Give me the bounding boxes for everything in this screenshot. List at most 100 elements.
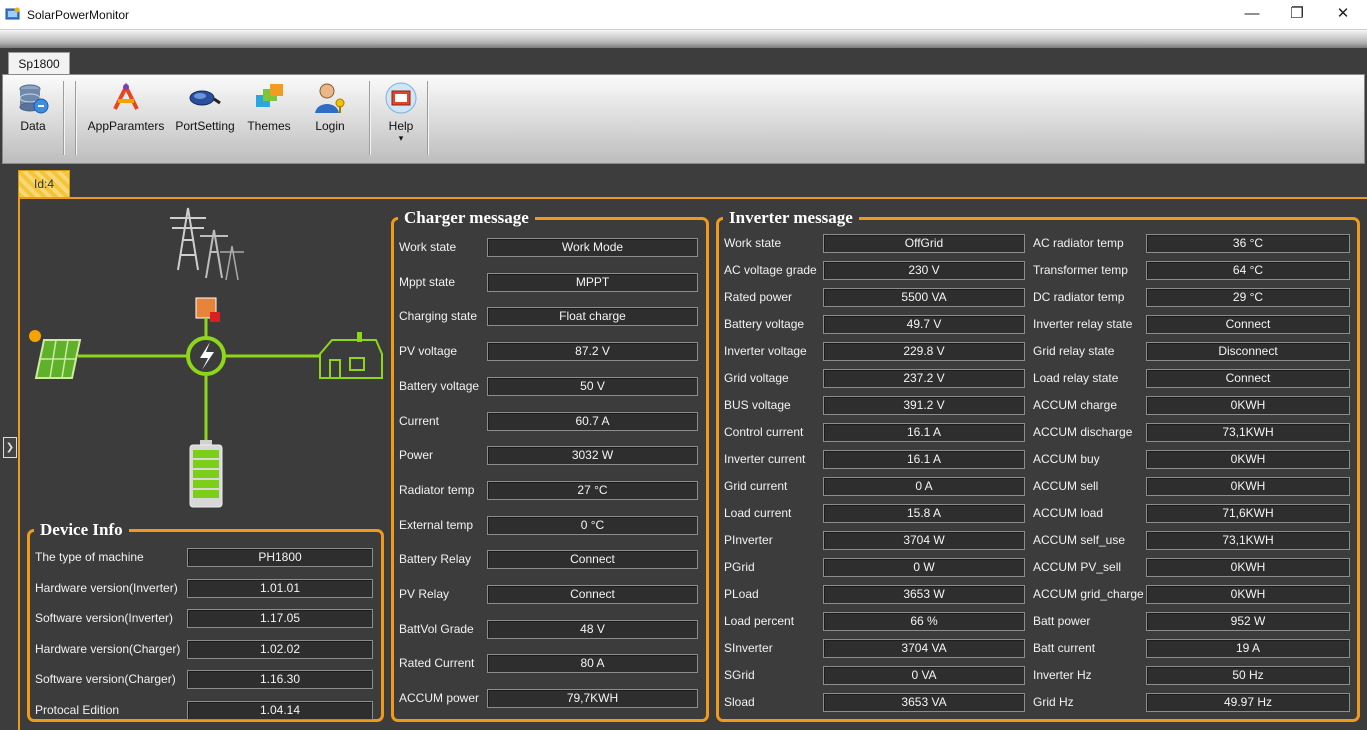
charger-value: 60.7 A bbox=[487, 411, 698, 431]
inverter-right-label: Batt power bbox=[1033, 614, 1091, 628]
inverter-left-value: 3653 W bbox=[823, 585, 1025, 604]
inverter-right-label: ACCUM buy bbox=[1033, 452, 1100, 466]
inverter-right-label: ACCUM discharge bbox=[1033, 425, 1133, 439]
inverter-left-value: OffGrid bbox=[823, 234, 1025, 253]
inverter-right-label: AC radiator temp bbox=[1033, 236, 1124, 250]
charger-label: Battery Relay bbox=[399, 552, 472, 567]
device-info-value: 1.04.14 bbox=[187, 701, 373, 720]
login-button[interactable]: Login bbox=[305, 81, 355, 157]
charger-label: Battery voltage bbox=[399, 378, 480, 393]
inverter-left-value: 0 A bbox=[823, 477, 1025, 496]
parameters-icon bbox=[113, 82, 139, 110]
inverter-left-value: 3653 VA bbox=[823, 693, 1025, 712]
charger-value: 50 V bbox=[487, 376, 698, 396]
charger-label: Charging state bbox=[399, 309, 478, 324]
port-icon bbox=[189, 90, 221, 106]
device-info-title: Device Info bbox=[40, 520, 123, 539]
charger-label: Power bbox=[399, 448, 434, 463]
house-icon bbox=[319, 332, 383, 379]
inverter-right-label: ACCUM load bbox=[1033, 506, 1104, 520]
help-button[interactable]: Help ▾ bbox=[379, 81, 423, 157]
app-logo-icon bbox=[5, 7, 20, 20]
charger-value: Connect bbox=[487, 550, 698, 570]
charger-value: 48 V bbox=[487, 619, 698, 639]
inverter-left-label: Battery voltage bbox=[724, 317, 805, 331]
ribbon-tab-sp1800[interactable]: Sp1800 bbox=[8, 52, 70, 74]
inverter-right-label: ACCUM PV_sell bbox=[1033, 560, 1122, 574]
chevron-right-icon: ❯ bbox=[5, 442, 15, 453]
inverter-left-label: AC voltage grade bbox=[724, 263, 817, 277]
energy-flow-diagram bbox=[29, 207, 383, 508]
ribbon-separator bbox=[427, 81, 428, 155]
inverter-right-value: 19 A bbox=[1146, 639, 1350, 658]
appparamters-button[interactable]: AppParamters bbox=[87, 81, 165, 157]
inverter-right-value: 36 °C bbox=[1146, 234, 1350, 253]
inverter-right-value: 952 W bbox=[1146, 612, 1350, 631]
charger-value: Connect bbox=[487, 585, 698, 604]
device-info-label: Hardware version(Charger) bbox=[35, 641, 181, 656]
ribbon-separator bbox=[369, 81, 370, 155]
inverter-right-value: 49.97 Hz bbox=[1146, 693, 1350, 712]
inverter-left-label: Work state bbox=[724, 236, 782, 250]
themes-button[interactable]: Themes bbox=[243, 81, 295, 157]
inverter-left-label: Inverter voltage bbox=[724, 344, 807, 358]
inverter-right-value: 0KWH bbox=[1146, 396, 1350, 415]
charger-value: 3032 W bbox=[487, 446, 698, 466]
inverter-left-label: Control current bbox=[724, 425, 804, 439]
title-gradient-band bbox=[0, 30, 1367, 48]
help-dropdown-arrow: ▾ bbox=[398, 133, 404, 143]
charger-label: Rated Current bbox=[399, 656, 475, 671]
charger-label: ACCUM power bbox=[399, 691, 480, 706]
login-button-label: Login bbox=[315, 119, 345, 133]
inverter-right-value: 0KWH bbox=[1146, 477, 1350, 496]
side-panel-toggle[interactable]: ❯ bbox=[3, 437, 17, 458]
inverter-left-label: PGrid bbox=[724, 560, 755, 574]
inverter-left-value: 49.7 V bbox=[823, 315, 1025, 334]
device-info-label: Software version(Charger) bbox=[35, 672, 176, 687]
inverter-left-label: Grid voltage bbox=[724, 371, 789, 385]
close-button[interactable]: ✕ bbox=[1320, 2, 1366, 28]
charger-label: Mppt state bbox=[399, 274, 456, 289]
inverter-right-label: Grid Hz bbox=[1033, 695, 1074, 709]
charger-value: Work Mode bbox=[487, 238, 698, 257]
inverter-left-label: Inverter current bbox=[724, 452, 806, 466]
inverter-left-value: 3704 VA bbox=[823, 639, 1025, 658]
inverter-left-value: 3704 W bbox=[823, 531, 1025, 550]
charger-label: External temp bbox=[399, 517, 474, 532]
inverter-left-value: 237.2 V bbox=[823, 369, 1025, 388]
charger-value: 79,7KWH bbox=[487, 689, 698, 709]
minimize-button[interactable]: — bbox=[1229, 2, 1275, 28]
inverter-right-label: Inverter relay state bbox=[1033, 317, 1133, 331]
inverter-left-value: 229.8 V bbox=[823, 342, 1025, 361]
inverter-left-label: Load percent bbox=[724, 614, 795, 628]
device-info-value: 1.16.30 bbox=[187, 670, 373, 690]
user-login-icon bbox=[315, 83, 345, 113]
portsetting-button[interactable]: PortSetting bbox=[173, 81, 237, 157]
inverter-right-value: 73,1KWH bbox=[1146, 423, 1350, 442]
device-info-value: 1.17.05 bbox=[187, 609, 373, 629]
inverter-right-label: DC radiator temp bbox=[1033, 290, 1125, 304]
inverter-right-label: ACCUM grid_charge bbox=[1033, 587, 1144, 601]
data-button[interactable]: Data bbox=[11, 81, 55, 157]
inverter-left-label: SInverter bbox=[724, 641, 773, 655]
power-tower-icon bbox=[170, 207, 244, 281]
inverter-right-value: Connect bbox=[1146, 315, 1350, 334]
charger-value: Float charge bbox=[487, 307, 698, 327]
device-tab[interactable]: Id:4 bbox=[18, 170, 70, 197]
charger-label: Work state bbox=[399, 240, 457, 254]
device-info-value: 1.01.01 bbox=[187, 578, 373, 598]
maximize-button[interactable]: ❐ bbox=[1274, 2, 1320, 28]
device-info-label: The type of machine bbox=[35, 550, 144, 564]
inverter-right-value: 64 °C bbox=[1146, 261, 1350, 280]
inverter-left-label: PInverter bbox=[724, 533, 773, 547]
inverter-left-value: 16.1 A bbox=[823, 423, 1025, 442]
inverter-left-label: Grid current bbox=[724, 479, 788, 493]
battery-icon bbox=[189, 440, 223, 508]
charger-value: 0 °C bbox=[487, 515, 698, 535]
inverter-left-value: 0 VA bbox=[823, 666, 1025, 685]
inverter-left-label: Sload bbox=[724, 695, 755, 709]
inverter-right-value: 71,6KWH bbox=[1146, 504, 1350, 523]
device-info-value: PH1800 bbox=[187, 548, 373, 567]
inverter-right-label: Batt current bbox=[1033, 641, 1096, 655]
charger-label: PV Relay bbox=[399, 587, 450, 601]
